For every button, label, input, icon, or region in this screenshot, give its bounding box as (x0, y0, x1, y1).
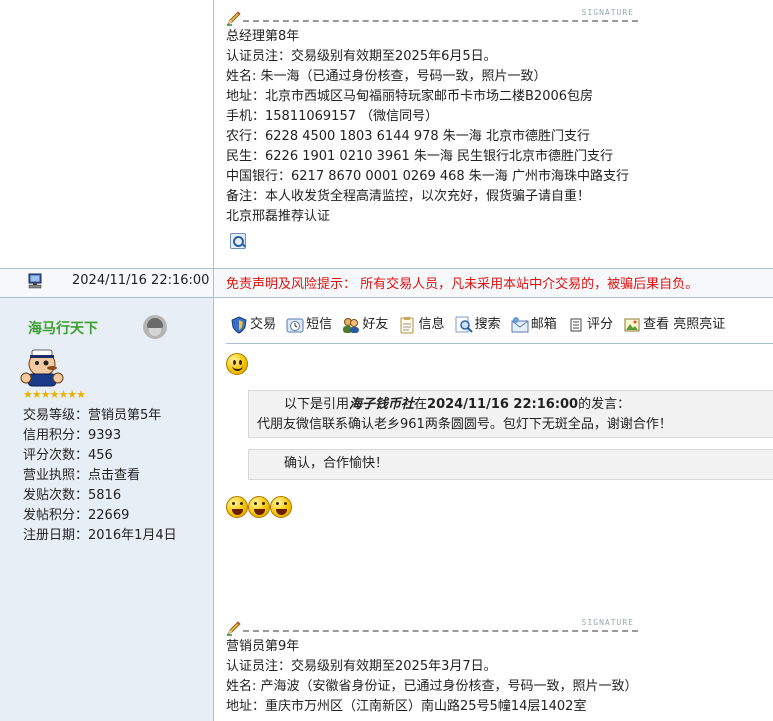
profile-value: 9393 (88, 428, 122, 443)
zoom-icon[interactable] (230, 233, 246, 249)
post-toolbar: 交易 短信 好友 信息 搜索 邮箱 评分 查看 亮照亮证 (230, 313, 731, 337)
quote-block: 以下是引用海子钱币社在2024/11/16 22:16:00的发言： 代朋友微信… (248, 390, 773, 438)
profile-value: 2016年1月4日 (88, 528, 177, 543)
signature-line: 总经理第8年 (226, 29, 300, 44)
author-username[interactable]: 海马行天下 (28, 318, 98, 338)
toolbar-friend-button[interactable]: 好友 (342, 313, 388, 334)
profile-row-trade-level: 交易等级：营销员第5年 (23, 406, 177, 426)
signature-line: 营销员第9年 (226, 639, 300, 654)
toolbar-label: 查看 亮照亮证 (643, 317, 726, 332)
reply-block: 确认，合作愉快！ (248, 449, 773, 480)
toolbar-rate-button[interactable]: 评分 (567, 313, 613, 334)
signature-line: 姓名: 产海波（安徽省身份证，已通过身份核查，号码一致，照片一致） (226, 679, 638, 694)
quote-header: 以下是引用海子钱币社在2024/11/16 22:16:00的发言： (249, 391, 773, 415)
shield-icon (231, 315, 247, 334)
avatar[interactable] (20, 344, 64, 388)
quoted-datetime: 2024/11/16 22:16:00 (427, 397, 579, 412)
image-icon (624, 318, 640, 331)
profile-label: 交易等级： (23, 408, 89, 423)
disclaimer-text: 免责声明及风险提示： 所有交易人员，凡未采用本站中介交易的，被骗后果自负。 (226, 277, 699, 292)
rank-stars: ★★★★★★★ (23, 388, 86, 401)
toolbar-separator (226, 343, 773, 344)
author-profile: 交易等级：营销员第5年 信用积分：9393 评分次数：456 营业执照：点击查看… (23, 406, 177, 546)
profile-value: 营销员第5年 (88, 408, 162, 423)
profile-row-credit: 信用积分：9393 (23, 426, 177, 446)
signature-line: 中国银行：6217 8670 0001 0269 468 朱一海 广州市海珠中路… (226, 169, 629, 184)
quoted-username: 海子钱币社 (349, 397, 415, 412)
mail-icon (511, 316, 529, 332)
profile-label: 信用积分： (23, 428, 89, 443)
signature-line: 备注：本人收发货全程高清监控，以次充好，假货骗子请自重！ (226, 189, 591, 204)
signature-line: 北京邢磊推荐认证 (226, 209, 331, 224)
toolbar-info-button[interactable]: 信息 (398, 313, 444, 334)
clock-icon (286, 318, 304, 332)
toolbar-label: 信息 (418, 317, 445, 332)
toolbar-trade-button[interactable]: 交易 (230, 313, 276, 334)
quote-prefix: 以下是引用 (284, 397, 350, 412)
users-icon (343, 317, 360, 333)
toolbar-search-button[interactable]: 搜索 (455, 313, 501, 334)
smile-emoji-icon (226, 353, 248, 375)
signature-label: SIGNATURE (579, 618, 636, 627)
signature-block-1: 总经理第8年 认证员注：交易级别有效期至2025年6月5日。 姓名: 朱一海（已… (226, 27, 766, 227)
profile-label: 发帖积分： (23, 508, 89, 523)
profile-row-points: 发帖积分：22669 (23, 506, 177, 526)
signature-divider: SIGNATURE (226, 8, 638, 26)
offline-status-icon (143, 315, 167, 339)
signature-line: 地址：北京市西城区马甸福丽特玩家邮币卡市场二楼B2006包房 (226, 89, 594, 104)
profile-row-ratings: 评分次数：456 (23, 446, 177, 466)
column-divider-bottom (213, 298, 214, 721)
signature-line: 姓名: 朱一海（已通过身份核查，号码一致，照片一致） (226, 69, 547, 84)
clipboard-icon (400, 316, 414, 333)
profile-row-license: 营业执照：点击查看 (23, 466, 177, 486)
quote-mid: 在 (414, 397, 428, 412)
list-icon (570, 318, 582, 331)
toolbar-mail-button[interactable]: 邮箱 (511, 313, 557, 334)
quote-suffix: 的发言： (578, 397, 631, 412)
signature-label: SIGNATURE (579, 8, 636, 17)
signature-line: 民生：6226 1901 0210 3961 朱一海 民生银行北京市德胜门支行 (226, 149, 613, 164)
reply-text: 确认，合作愉快！ (284, 456, 389, 471)
toolbar-label: 搜索 (474, 317, 501, 332)
computer-icon (28, 273, 42, 289)
toolbar-label: 评分 (586, 317, 613, 332)
laugh-emoji-icon (270, 496, 292, 518)
column-divider-top (213, 0, 214, 269)
profile-value: 22669 (88, 508, 130, 523)
pencil-icon (227, 11, 241, 26)
signature-line: 认证员注：交易级别有效期至2025年6月5日。 (226, 49, 497, 64)
search-icon (455, 316, 473, 333)
pencil-icon (227, 621, 241, 636)
signature-divider: SIGNATURE (226, 618, 638, 636)
signature-line: 认证员注：交易级别有效期至2025年3月7日。 (226, 659, 497, 674)
signature-line: 手机：15811069157 （微信同号） (226, 109, 439, 124)
signature-line: 农行：6228 4500 1803 6144 978 朱一海 北京市德胜门支行 (226, 129, 590, 144)
profile-label: 注册日期： (23, 528, 89, 543)
toolbar-license-button[interactable]: 查看 亮照亮证 (623, 313, 725, 334)
profile-label: 营业执照： (23, 468, 89, 483)
signature-block-2: 营销员第9年 认证员注：交易级别有效期至2025年3月7日。 姓名: 产海波（安… (226, 637, 766, 717)
toolbar-label: 短信 (306, 317, 333, 332)
profile-row-registered: 注册日期：2016年1月4日 (23, 526, 177, 546)
signature-line: 地址：重庆市万州区（江南新区）南山路25号5幢14层1402室 (226, 699, 587, 714)
toolbar-message-button[interactable]: 短信 (286, 313, 332, 334)
post-datetime: 2024/11/16 22:16:00 (72, 273, 210, 288)
profile-label: 评分次数： (23, 448, 89, 463)
toolbar-label: 邮箱 (530, 317, 557, 332)
quoted-text: 代朋友微信联系确认老乡961两条圆圆号。包灯下无斑全品，谢谢合作！ (257, 417, 672, 432)
profile-value: 456 (88, 448, 113, 463)
toolbar-label: 交易 (250, 317, 277, 332)
license-link[interactable]: 点击查看 (88, 468, 140, 483)
profile-label: 发贴次数： (23, 488, 89, 503)
column-divider-header (213, 269, 214, 298)
laugh-emoji-icon (226, 496, 248, 518)
toolbar-label: 好友 (362, 317, 389, 332)
profile-row-posts: 发贴次数：5816 (23, 486, 177, 506)
laugh-emoji-icon (248, 496, 270, 518)
profile-value: 5816 (88, 488, 122, 503)
